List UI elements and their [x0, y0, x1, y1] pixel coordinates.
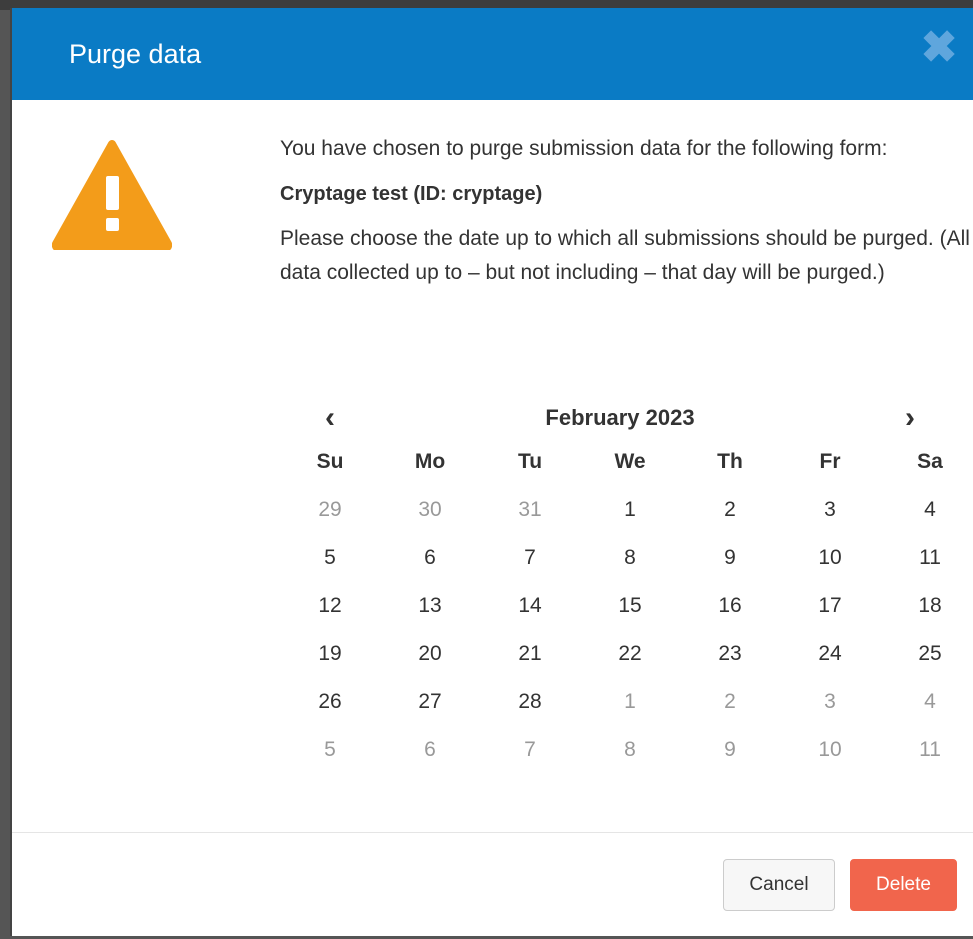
date-picker: February 2023 ‹ › Su Mo Tu We Th Fr Sa 2… — [280, 398, 960, 774]
weekday-header: Th — [717, 450, 743, 473]
calendar-day[interactable]: 27 — [380, 678, 480, 726]
calendar-grid: Su Mo Tu We Th Fr Sa 29 30 31 1 2 3 4 5 … — [280, 438, 960, 774]
calendar-day[interactable]: 3 — [780, 678, 880, 726]
calendar-day[interactable]: 9 — [680, 726, 780, 774]
calendar-day[interactable]: 19 — [280, 630, 380, 678]
calendar-day[interactable]: 4 — [880, 678, 973, 726]
chevron-right-icon[interactable]: › — [890, 398, 930, 438]
calendar-day[interactable]: 13 — [380, 582, 480, 630]
calendar-day[interactable]: 10 — [780, 534, 880, 582]
calendar-day[interactable]: 6 — [380, 534, 480, 582]
weekday-header: Sa — [917, 450, 943, 473]
calendar-day[interactable]: 28 — [480, 678, 580, 726]
calendar-day[interactable]: 18 — [880, 582, 973, 630]
calendar-day[interactable]: 5 — [280, 726, 380, 774]
calendar-day[interactable]: 6 — [380, 726, 480, 774]
calendar-day[interactable]: 26 — [280, 678, 380, 726]
weekday-header: Fr — [819, 450, 841, 473]
weekday-header: Tu — [517, 450, 543, 473]
calendar-day[interactable]: 30 — [380, 486, 480, 534]
calendar-day[interactable]: 14 — [480, 582, 580, 630]
calendar-day[interactable]: 15 — [580, 582, 680, 630]
calendar-day[interactable]: 11 — [880, 726, 973, 774]
dialog-message: You have chosen to purge submission data… — [280, 132, 970, 290]
calendar-day[interactable]: 4 — [880, 486, 973, 534]
calendar-day[interactable]: 22 — [580, 630, 680, 678]
calendar-day[interactable]: 12 — [280, 582, 380, 630]
calendar-day[interactable]: 2 — [680, 486, 780, 534]
instructions-text: Please choose the date up to which all s… — [280, 227, 970, 284]
intro-text: You have chosen to purge submission data… — [280, 137, 888, 160]
calendar-day[interactable]: 9 — [680, 534, 780, 582]
purge-dialog: Purge data ✖ You have chosen to purge su… — [10, 8, 973, 936]
calendar-day[interactable]: 24 — [780, 630, 880, 678]
cancel-button[interactable]: Cancel — [723, 859, 835, 911]
calendar-day[interactable]: 17 — [780, 582, 880, 630]
footer-divider — [12, 832, 973, 833]
calendar-day[interactable]: 1 — [580, 486, 680, 534]
calendar-day[interactable]: 7 — [480, 726, 580, 774]
calendar-day[interactable]: 29 — [280, 486, 380, 534]
form-name: Cryptage test (ID: cryptage) — [280, 183, 543, 205]
dialog-header: Purge data ✖ — [12, 8, 973, 100]
warning-triangle-icon — [52, 140, 172, 250]
calendar-day[interactable]: 11 — [880, 534, 973, 582]
calendar-day[interactable]: 2 — [680, 678, 780, 726]
calendar-day[interactable]: 1 — [580, 678, 680, 726]
weekday-header: Mo — [414, 450, 446, 473]
weekday-header: Su — [316, 450, 344, 473]
calendar-day[interactable]: 16 — [680, 582, 780, 630]
dialog-title: Purge data — [69, 39, 202, 69]
calendar-day[interactable]: 25 — [880, 630, 973, 678]
month-label[interactable]: February 2023 — [280, 398, 960, 438]
calendar-day[interactable]: 8 — [580, 534, 680, 582]
calendar-day[interactable]: 7 — [480, 534, 580, 582]
calendar-header: February 2023 ‹ › — [280, 398, 960, 438]
weekday-header: We — [614, 450, 646, 473]
chevron-left-icon[interactable]: ‹ — [310, 398, 350, 438]
calendar-day[interactable]: 21 — [480, 630, 580, 678]
calendar-day[interactable]: 8 — [580, 726, 680, 774]
calendar-day[interactable]: 3 — [780, 486, 880, 534]
close-icon[interactable]: ✖ — [919, 26, 959, 70]
calendar-day[interactable]: 5 — [280, 534, 380, 582]
calendar-day[interactable]: 23 — [680, 630, 780, 678]
calendar-day[interactable]: 31 — [480, 486, 580, 534]
calendar-day[interactable]: 20 — [380, 630, 480, 678]
calendar-day[interactable]: 10 — [780, 726, 880, 774]
delete-button[interactable]: Delete — [850, 859, 957, 911]
